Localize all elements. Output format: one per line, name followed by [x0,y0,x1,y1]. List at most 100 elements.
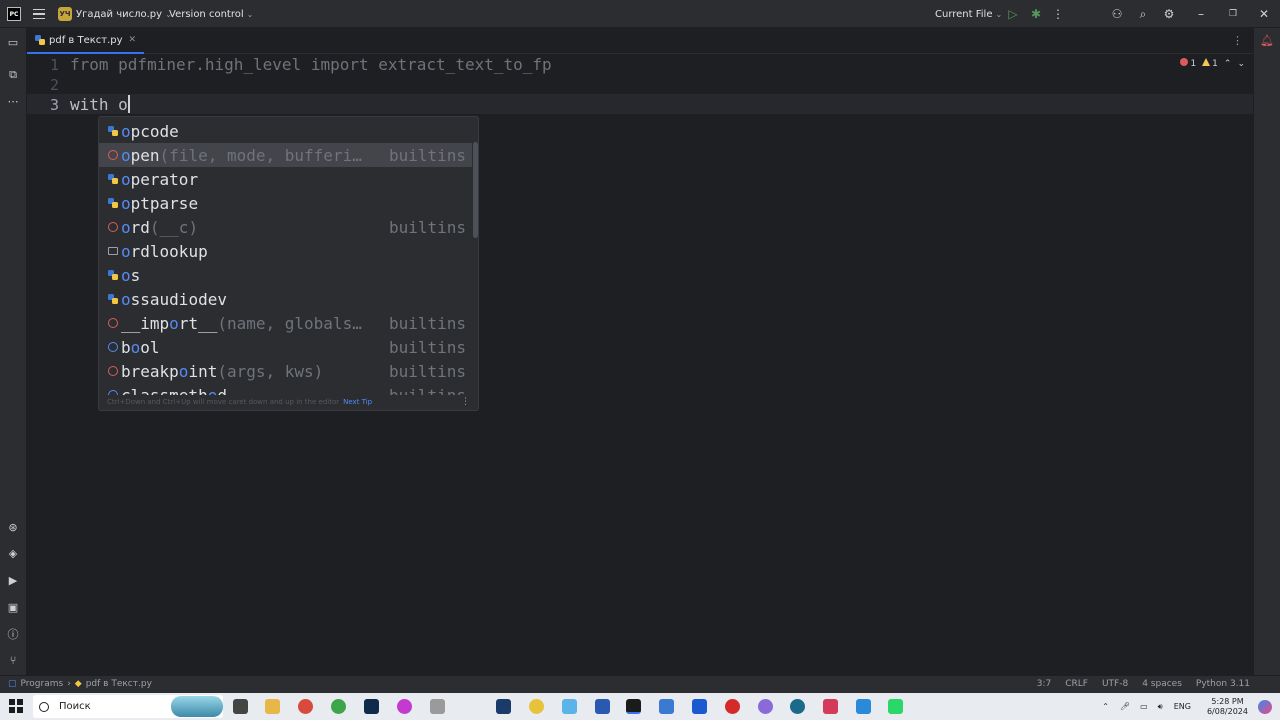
search-icon[interactable]: ⌕ [1136,0,1150,28]
file-encoding[interactable]: UTF-8 [1102,679,1128,689]
taskbar-search[interactable]: Поиск [33,695,223,718]
pycharm-taskbar-icon[interactable] [626,699,641,714]
close-icon[interactable]: ✕ [1257,0,1271,28]
project-folder-icon[interactable]: ▭ [6,35,20,49]
line-ending[interactable]: CRLF [1065,679,1088,689]
next-tip-link[interactable]: Next Tip [343,398,372,406]
current-line-highlight [27,94,1253,114]
app-icon[interactable] [397,699,412,714]
caret-position[interactable]: 3:7 [1037,679,1051,689]
tab-options-icon[interactable]: ⋮ [1232,34,1243,47]
completion-params: (args, kws) [217,361,324,381]
app-icon[interactable] [529,699,544,714]
tip-text: Ctrl+Down and Ctrl+Up will move caret do… [107,398,340,406]
warning-icon [1202,58,1211,66]
volume-icon[interactable]: 🔊︎ [1158,702,1163,712]
python-module-icon [107,269,119,281]
structure-icon[interactable]: ⧉ [6,68,20,82]
minimize-icon[interactable]: – [1194,0,1208,28]
completion-item[interactable]: bool builtins [99,335,472,359]
completion-item[interactable]: os [99,263,472,287]
close-tab-icon[interactable]: ✕ [129,35,137,45]
completion-item[interactable]: operator [99,167,472,191]
problems-icon[interactable]: ⓘ [6,627,20,641]
vcs-selector[interactable]: Version control ⌄ [169,0,253,28]
chevron-down-icon[interactable]: ⌄ [1237,59,1245,69]
terminal-icon[interactable]: ▣ [6,600,20,614]
completion-scrollbar[interactable] [473,142,478,238]
main-menu-icon[interactable] [31,0,47,28]
tab-pdf-to-text[interactable]: pdf в Текст.py ✕ [27,28,145,54]
app-icon[interactable] [758,699,773,714]
line-number: 1 [49,56,59,74]
app-icon[interactable] [595,699,610,714]
project-selector[interactable]: УЧ Угадай число.py ⌄ [58,0,172,28]
chevron-up-icon[interactable]: ⌃ [1102,702,1109,711]
inspection-widget[interactable]: 1 1 ⌃ ⌄ [1180,58,1245,69]
assistant-icon[interactable] [1258,699,1272,714]
photoshop-icon[interactable] [364,699,379,714]
completion-item[interactable]: ossaudiodev [99,287,472,311]
clock[interactable]: 5:28 PM 6/08/2024 [1207,697,1248,717]
completion-item[interactable]: ord (__c) builtins [99,215,472,239]
settings-gear-icon[interactable]: ⚙ [1162,0,1176,28]
run-icon[interactable]: ▷ [1006,0,1020,28]
more-tools-icon[interactable]: ⋯ [6,94,20,108]
completion-list: opcode open (file, mode, bufferi… builtins o… [99,119,472,395]
windows-start-icon[interactable] [9,699,23,713]
breadcrumb-root[interactable]: Programs [21,679,64,689]
app-icon[interactable] [496,699,511,714]
completion-name: operator [121,169,199,189]
indent-setting[interactable]: 4 spaces [1142,679,1182,689]
app-icon[interactable] [692,699,707,714]
app-icon[interactable] [430,699,445,714]
add-user-icon[interactable]: ⚇ [1110,0,1124,28]
chevron-down-icon: ⌄ [246,9,254,19]
run-config-selector[interactable]: Current File ⌄ [935,0,1002,28]
completion-item[interactable]: optparse [99,191,472,215]
app-icon[interactable] [659,699,674,714]
clock-date: 6/08/2024 [1206,706,1248,716]
app-icon[interactable] [790,699,805,714]
line-number: 3 [49,96,59,114]
popup-options-icon[interactable]: ⋮ [461,397,470,407]
python-packages-icon[interactable]: ⊛ [6,520,20,534]
torrent-icon[interactable] [331,699,346,714]
services-icon[interactable]: ▶ [6,573,20,587]
chevron-down-icon: ⌄ [995,9,1003,19]
completion-item[interactable]: __import__ (name, globals… builtins [99,311,472,335]
network-icon[interactable]: ▭ [1140,702,1148,711]
restore-icon[interactable]: ❐ [1226,0,1240,28]
task-view-icon[interactable] [233,699,248,714]
more-actions-icon[interactable]: ⋮ [1051,0,1065,28]
chrome-icon[interactable] [298,699,313,714]
vcs-label: Version control [169,8,244,20]
completion-item[interactable]: ordlookup [99,239,472,263]
app-icon[interactable] [856,699,871,714]
file-explorer-icon[interactable] [265,699,280,714]
app-icon[interactable] [888,699,903,714]
app-icon[interactable] [823,699,838,714]
chevron-up-icon[interactable]: ⌃ [1224,59,1232,69]
completion-item[interactable]: breakpoint (args, kws) builtins [99,359,472,383]
git-icon[interactable]: ⑂ [6,653,20,667]
title-bar: PC УЧ Угадай число.py ⌄ Version control … [0,0,1280,28]
debug-icon[interactable]: ✱ [1029,0,1043,28]
function-icon [107,221,119,233]
completion-item[interactable]: opcode [99,119,472,143]
completion-name: bool [121,337,160,357]
app-icon[interactable] [725,699,740,714]
pycharm-logo-icon[interactable]: PC [7,7,21,21]
layers-icon[interactable]: ◈ [6,546,20,560]
python-interpreter[interactable]: Python 3.11 [1196,679,1250,689]
breadcrumb-file[interactable]: pdf в Текст.py [86,679,152,689]
error-icon [1180,58,1189,66]
left-tool-strip: ▭ ⧉ ⋯ ⊛ ◈ ▶ ▣ ⓘ ⑂ [0,28,27,675]
completion-name: opcode [121,121,179,141]
python-file-icon [35,35,45,45]
language-indicator[interactable]: ENG [1174,702,1191,711]
microphone-icon[interactable]: 🎤︎ [1120,702,1130,711]
completion-item[interactable]: open (file, mode, bufferi… builtins [99,143,472,167]
app-icon[interactable] [562,699,577,714]
notifications-bell-icon[interactable]: 🔔︎ [1260,33,1274,47]
